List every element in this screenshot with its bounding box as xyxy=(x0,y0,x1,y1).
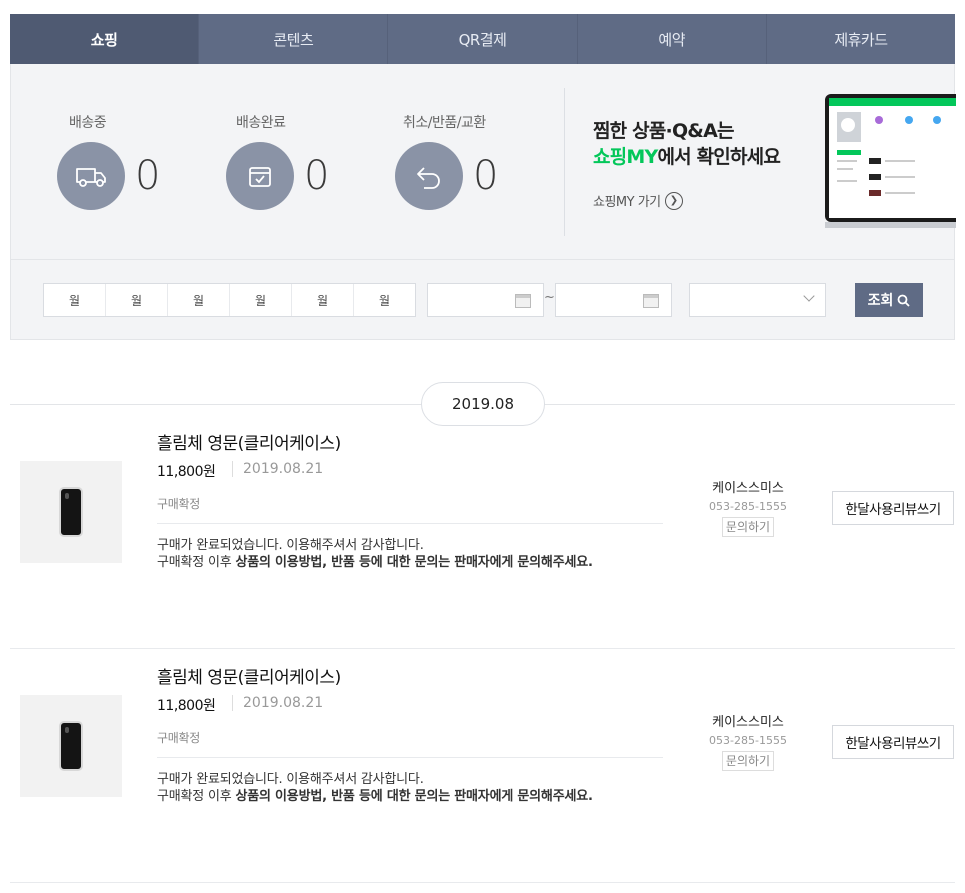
top-tab-bar: 쇼핑 콘텐츠 QR결제 예약 제휴카드 xyxy=(10,14,955,64)
message-bold-text: 상품의 이용방법, 반품 등에 대한 문의는 판매자에게 문의해주세요. xyxy=(235,555,593,570)
inquiry-button[interactable]: 문의하기 xyxy=(721,517,775,537)
message-line: 구매가 완료되었습니다. 이용해주셔서 감사합니다. xyxy=(157,772,424,787)
stat-label: 배송완료 xyxy=(236,115,286,131)
product-price: 11,800원 xyxy=(157,698,216,714)
seller-info: 케이스스미스 053-285-1555 문의하기 xyxy=(700,711,796,771)
product-price: 11,800원 xyxy=(157,464,216,480)
stat-count: 0 xyxy=(304,153,330,199)
seller-phone: 053-285-1555 xyxy=(709,500,787,513)
search-button-label: 조회 xyxy=(867,293,894,309)
period-option[interactable]: 월 xyxy=(167,284,229,316)
tab-qr-payment[interactable]: QR결제 xyxy=(387,14,576,64)
truck-icon xyxy=(57,142,125,210)
tab-reservation[interactable]: 예약 xyxy=(576,14,766,64)
promo-link-label: 쇼핑MY 가기 xyxy=(593,195,661,210)
seller-name[interactable]: 케이스스미스 xyxy=(700,477,796,496)
period-option[interactable]: 월 xyxy=(44,284,105,316)
tab-shopping[interactable]: 쇼핑 xyxy=(10,14,199,64)
period-option[interactable]: 월 xyxy=(291,284,353,316)
search-icon xyxy=(897,294,911,307)
order-date: 2019.08.21 xyxy=(232,461,323,477)
order-type-select[interactable] xyxy=(689,283,826,317)
promo-rest: 에서 확인하세요 xyxy=(657,146,781,168)
order-item: 흘림체 영문(클리어케이스) 11,800원 2019.08.21 구매확정 구… xyxy=(10,415,955,649)
order-status: 구매확정 xyxy=(157,731,200,745)
filter-divider xyxy=(11,259,954,260)
stat-label: 취소/반품/교환 xyxy=(403,115,486,131)
search-button[interactable]: 조회 xyxy=(855,283,923,317)
end-date-input[interactable] xyxy=(555,283,672,317)
laptop-illustration xyxy=(825,94,956,229)
order-item: 흘림체 영문(클리어케이스) 11,800원 2019.08.21 구매확정 구… xyxy=(10,649,955,883)
seller-name[interactable]: 케이스스미스 xyxy=(700,711,796,730)
start-date-input[interactable] xyxy=(427,283,544,317)
promo-subtitle: 쇼핑MY에서 확인하세요 xyxy=(593,142,781,169)
message-bold-text: 상품의 이용방법, 반품 등에 대한 문의는 판매자에게 문의해주세요. xyxy=(235,789,593,804)
message-line: 구매확정 이후 상품의 이용방법, 반품 등에 대한 문의는 판매자에게 문의해… xyxy=(157,554,663,571)
order-message: 구매가 완료되었습니다. 이용해주셔서 감사합니다. 구매확정 이후 상품의 이… xyxy=(157,771,663,805)
tab-contents[interactable]: 콘텐츠 xyxy=(198,14,387,64)
product-thumbnail[interactable] xyxy=(20,461,122,563)
write-review-button[interactable]: 한달사용리뷰쓰기 xyxy=(832,725,954,759)
divider xyxy=(157,523,663,524)
write-review-button[interactable]: 한달사용리뷰쓰기 xyxy=(832,491,954,525)
stat-count: 0 xyxy=(473,153,499,199)
laptop-base xyxy=(825,222,956,228)
promo-title: 찜한 상품·Q&A는 xyxy=(593,120,734,142)
period-option[interactable]: 월 xyxy=(229,284,291,316)
divider xyxy=(157,757,663,758)
message-line: 구매확정 이후 상품의 이용방법, 반품 등에 대한 문의는 판매자에게 문의해… xyxy=(157,788,663,805)
chevron-down-icon xyxy=(803,290,815,302)
order-date: 2019.08.21 xyxy=(232,695,323,711)
period-selector: 월 월 월 월 월 월 xyxy=(43,283,416,317)
stat-label: 배송중 xyxy=(69,115,107,131)
laptop-screen xyxy=(825,94,956,222)
order-divider xyxy=(10,882,955,883)
phone-case-image xyxy=(59,721,83,771)
stat-count: 0 xyxy=(135,153,161,199)
date-range-tilde: ~ xyxy=(544,290,555,305)
tab-partner-card[interactable]: 제휴카드 xyxy=(765,14,955,64)
message-text: 구매확정 이후 xyxy=(157,555,236,570)
order-message: 구매가 완료되었습니다. 이용해주셔서 감사합니다. 구매확정 이후 상품의 이… xyxy=(157,537,663,571)
divider xyxy=(564,88,565,236)
seller-info: 케이스스미스 053-285-1555 문의하기 xyxy=(700,477,796,537)
return-arrow-icon xyxy=(395,142,463,210)
product-title[interactable]: 흘림체 영문(클리어케이스) xyxy=(157,663,341,688)
promo-highlight: 쇼핑MY xyxy=(593,146,658,168)
message-text: 구매확정 이후 xyxy=(157,789,236,804)
product-title[interactable]: 흘림체 영문(클리어케이스) xyxy=(157,429,341,454)
calendar-icon[interactable] xyxy=(643,294,659,308)
seller-phone: 053-285-1555 xyxy=(709,734,787,747)
box-check-icon xyxy=(226,142,294,210)
order-status-panel: 배송중 0 배송완료 0 취소/반품/교환 0 찜한 상품·Q&A는 쇼핑MY에… xyxy=(10,64,956,340)
calendar-icon[interactable] xyxy=(515,294,531,308)
product-thumbnail[interactable] xyxy=(20,695,122,797)
order-status: 구매확정 xyxy=(157,497,200,511)
period-option[interactable]: 월 xyxy=(353,284,415,316)
period-option[interactable]: 월 xyxy=(105,284,167,316)
inquiry-button[interactable]: 문의하기 xyxy=(721,751,775,771)
chevron-right-icon: ❯ xyxy=(664,191,683,210)
shopping-my-link[interactable]: 쇼핑MY 가기 ❯ xyxy=(593,191,683,210)
phone-case-image xyxy=(59,487,83,537)
message-line: 구매가 완료되었습니다. 이용해주셔서 감사합니다. xyxy=(157,538,424,553)
